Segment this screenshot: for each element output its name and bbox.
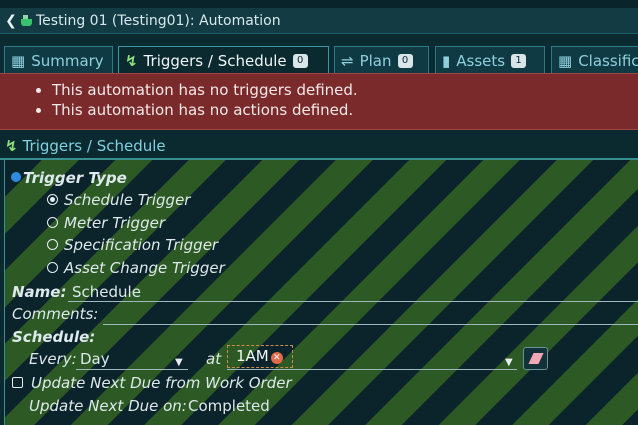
classification-icon: ▦ [558,51,573,70]
chevron-down-icon[interactable]: ▼ [505,357,513,368]
bolt-icon: ↯ [5,137,18,155]
tab-assets-label: Assets [456,51,506,70]
tab-classification-label: Classific [578,51,638,70]
eraser-icon[interactable] [523,347,548,370]
beaker-icon [21,15,32,26]
at-label: at [206,350,222,368]
tab-triggers-label: Triggers / Schedule [143,51,287,70]
tab-assets[interactable]: ▮ Assets 1 [435,46,545,74]
radio-label: Asset Change Trigger [64,259,225,277]
remove-x-icon[interactable]: ✕ [270,352,283,364]
radio-icon [47,262,58,273]
tab-summary[interactable]: ▦ Summary [4,46,113,74]
bolt-icon: ↯ [125,51,138,70]
page-title: Testing 01 (Testing01): Automation [36,12,281,29]
radio-specification-trigger[interactable]: Specification Trigger [47,236,218,254]
alert-banner: This automation has no triggers defined.… [0,73,638,130]
time-chip-label: 1AM [236,347,269,365]
name-field[interactable]: Schedule [72,283,141,301]
radio-icon [47,239,58,250]
radio-label: Meter Trigger [64,214,165,232]
assets-icon: ▮ [442,51,451,70]
name-field-underline [68,301,638,302]
comments-field[interactable] [103,305,633,323]
chevron-left-icon[interactable]: ❮ [4,13,18,29]
list-icon: ▦ [11,51,26,70]
update-from-wo-label: Update Next Due from Work Order [31,374,292,392]
tab-plan-label: Plan [359,51,392,70]
checkbox-icon [12,377,23,388]
radio-icon [47,217,58,228]
plan-icon: ⇌ [341,51,354,70]
time-select-underline [227,369,517,370]
tab-assets-count: 1 [511,53,527,68]
every-label: Every: [29,350,77,368]
name-label: Name: [12,283,67,301]
every-select[interactable]: Day [80,350,110,368]
tab-summary-label: Summary [31,51,104,70]
update-from-wo-checkbox[interactable]: Update Next Due from Work Order [12,374,292,392]
tab-bar: ▦ Summary ↯ Triggers / Schedule 0 ⇌ Plan… [0,43,638,74]
radio-label: Specification Trigger [64,236,219,254]
update-on-label: Update Next Due on: [29,397,187,415]
trigger-form-panel: Trigger Type Schedule Trigger Meter Trig… [4,160,638,425]
radio-selected-icon [47,194,58,205]
radio-meter-trigger[interactable]: Meter Trigger [47,214,165,232]
section-title: Triggers / Schedule [22,137,166,155]
trigger-type-heading: Trigger Type [11,169,127,187]
info-icon[interactable] [11,172,21,182]
trigger-type-label: Trigger Type [23,169,127,187]
tab-plan-count: 0 [397,53,413,68]
alert-message: This automation has no triggers defined. [52,80,638,100]
comments-label: Comments: [12,305,99,323]
tab-triggers-schedule[interactable]: ↯ Triggers / Schedule 0 [118,46,329,74]
radio-schedule-trigger[interactable]: Schedule Trigger [47,191,190,209]
update-on-select[interactable]: Completed [188,397,270,415]
section-header: ↯ Triggers / Schedule [0,134,638,160]
radio-label: Schedule Trigger [64,191,191,209]
tab-classification[interactable]: ▦ Classific [551,46,638,74]
schedule-label: Schedule: [12,328,96,346]
time-chip[interactable]: 1AM ✕ [227,345,293,368]
alert-message: This automation has no actions defined. [52,100,638,120]
title-bar: ❮ Testing 01 (Testing01): Automation [0,8,638,34]
comments-field-underline [103,324,638,325]
tab-plan[interactable]: ⇌ Plan 0 [334,46,429,74]
every-select-underline [76,369,188,370]
radio-asset-change-trigger[interactable]: Asset Change Trigger [47,259,225,277]
chevron-down-icon[interactable]: ▼ [175,357,183,368]
tab-triggers-count: 0 [292,53,308,68]
